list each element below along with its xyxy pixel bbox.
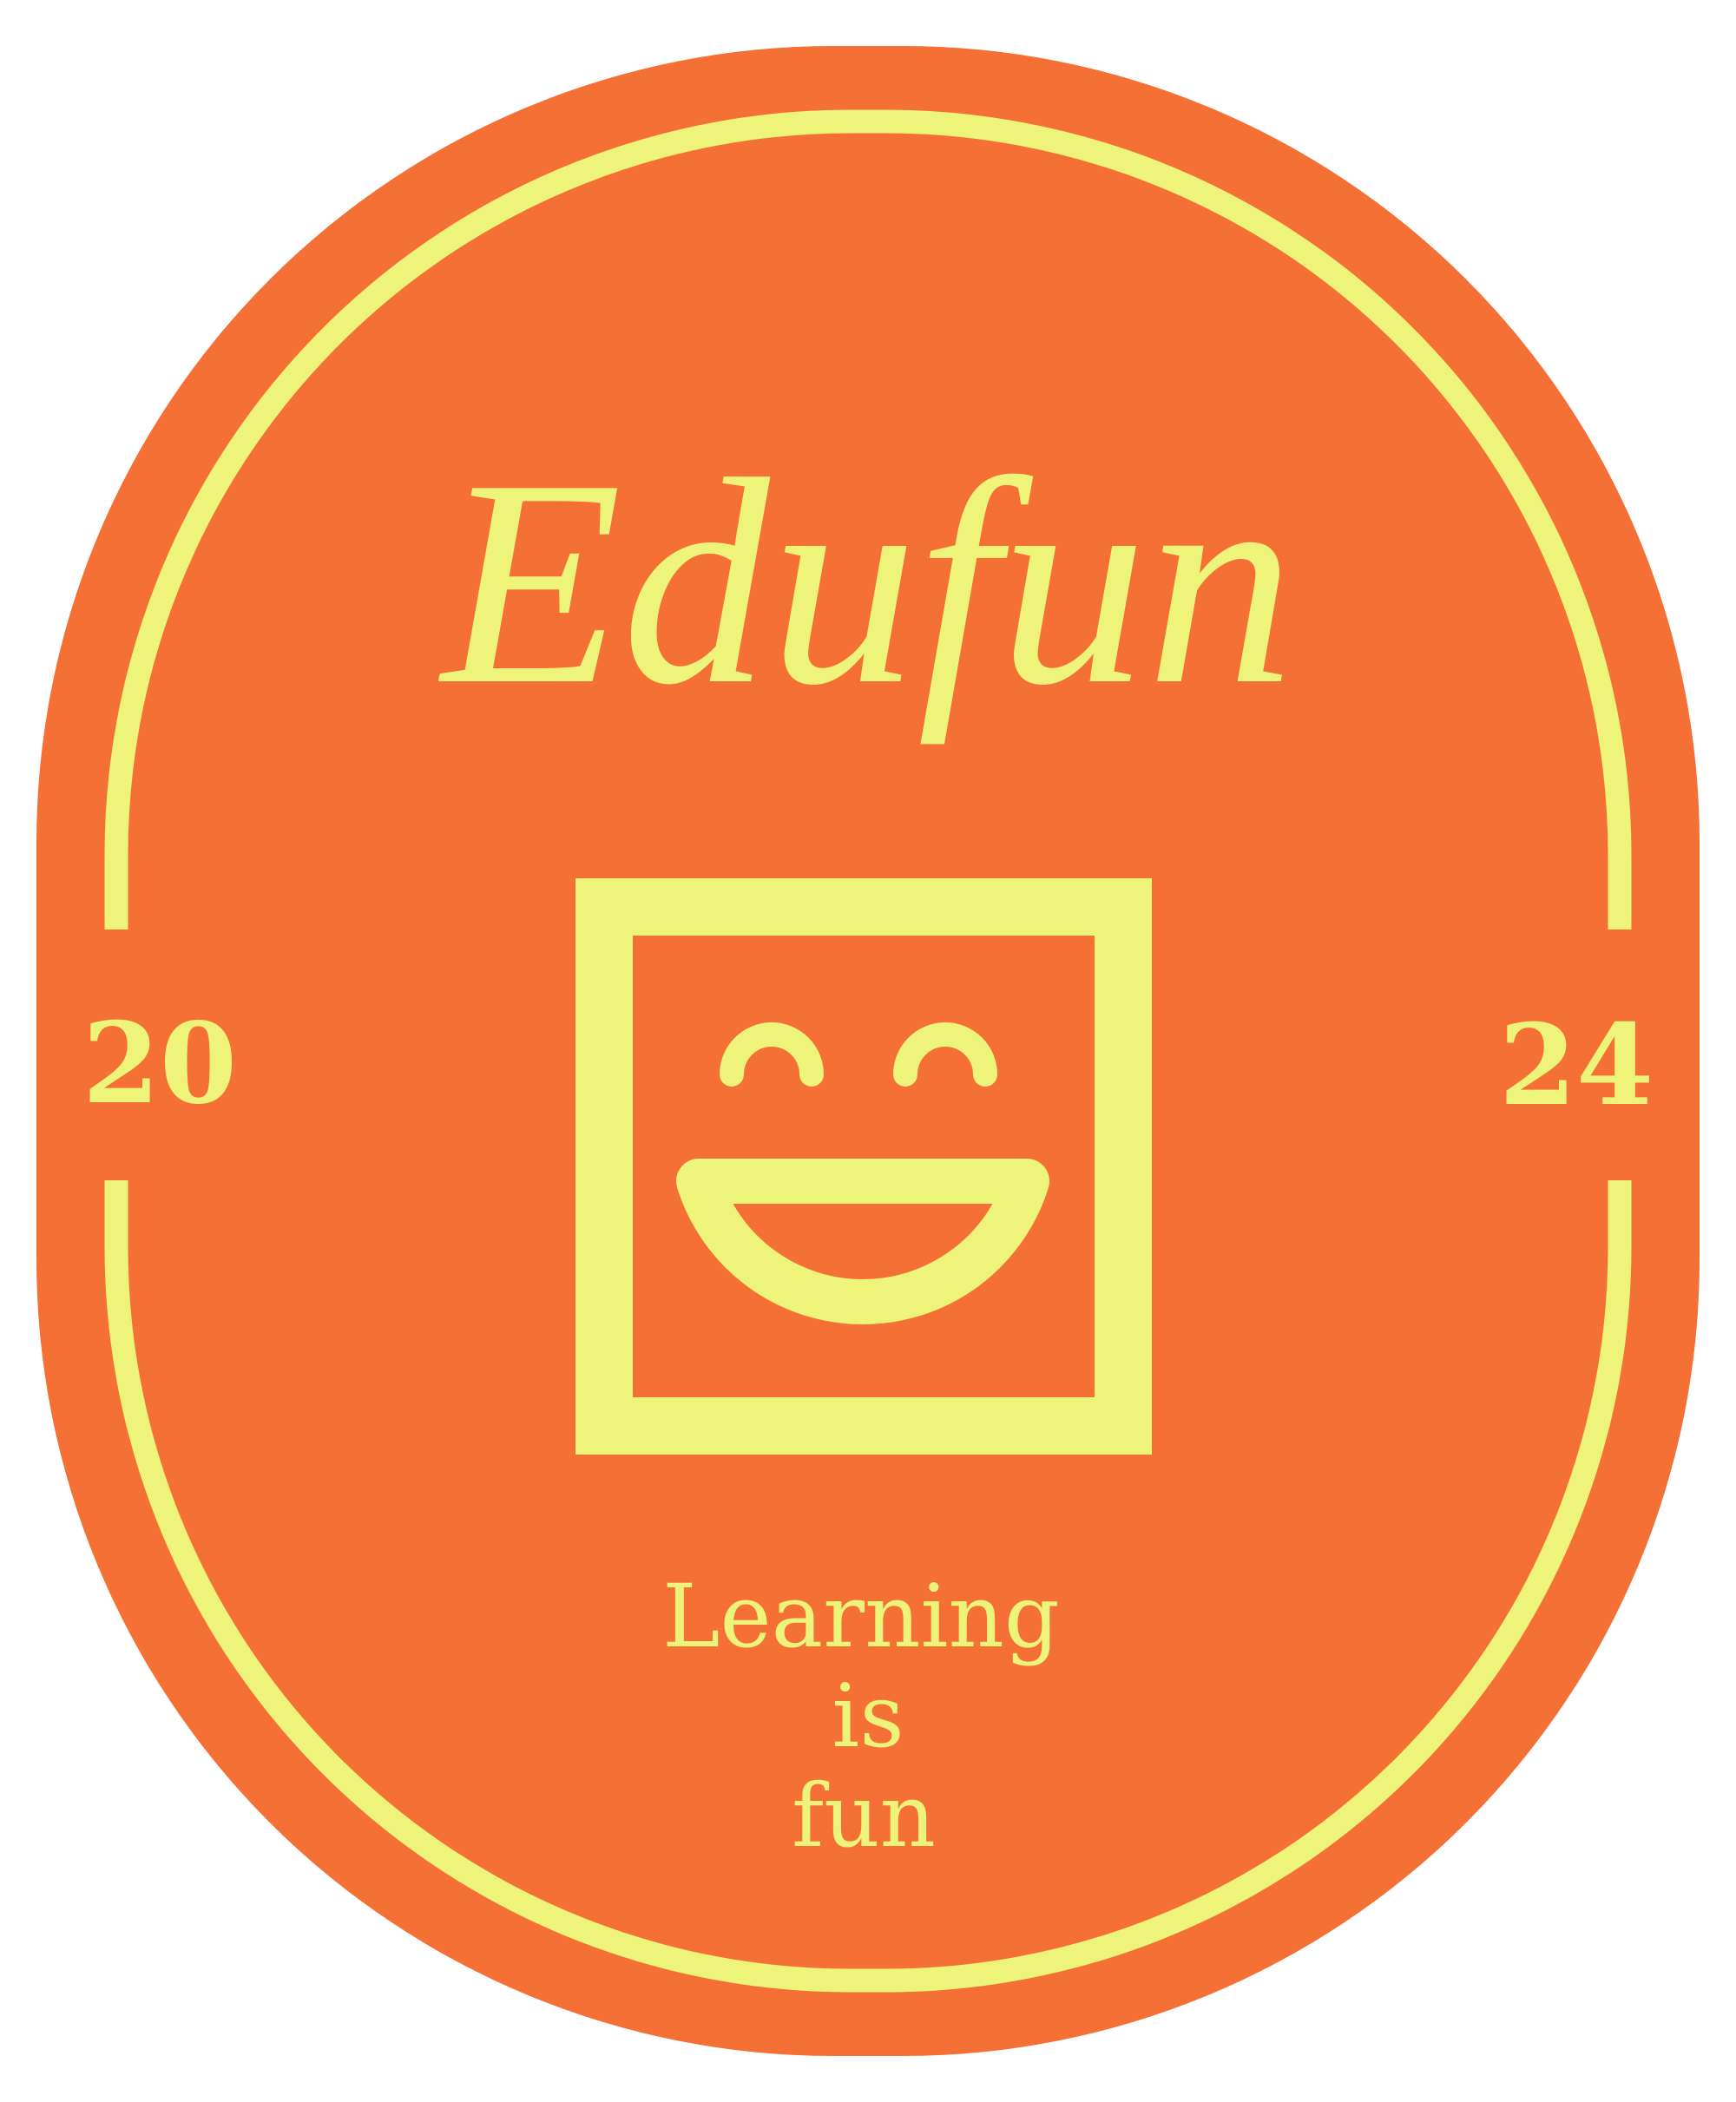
- tagline-line-2: is: [832, 1665, 904, 1767]
- year-right: 24: [1499, 1001, 1654, 1131]
- badge-logo: Edufun 20 24 Learning is fun: [36, 46, 1700, 2056]
- brand-name: Edufun: [437, 418, 1294, 746]
- tagline-line-1: Learning: [662, 1566, 1060, 1667]
- year-left: 20: [82, 999, 237, 1129]
- tagline-line-3: fun: [792, 1765, 936, 1867]
